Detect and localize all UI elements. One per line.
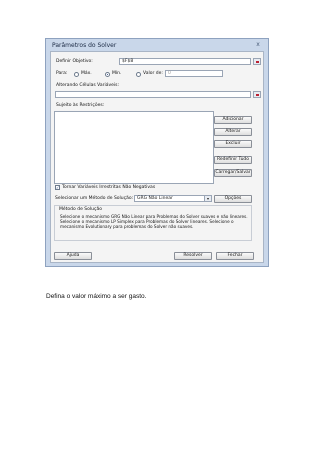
min-label: Mín. [112, 71, 122, 76]
method-description: Selecione o mecanismo GRG Não Linear par… [60, 214, 248, 230]
min-radio[interactable] [105, 72, 110, 77]
add-button[interactable]: Adicionar [214, 116, 252, 124]
objective-label: Definir Objetivo: [56, 59, 93, 64]
close-icon[interactable]: x [254, 41, 262, 48]
max-radio[interactable] [74, 72, 79, 77]
delete-button[interactable]: Excluir [214, 140, 252, 148]
max-label: Máx. [81, 71, 92, 76]
method-group: Método de Solução Selecione o mecanismo … [54, 205, 252, 241]
constraints-label: Sujeito às Restrições: [56, 103, 105, 108]
close-button[interactable]: Fechar [216, 252, 254, 260]
changing-cells-label: Alterando Células Variáveis: [56, 83, 120, 88]
nonneg-label: Tornar Variáveis Irrestritas Não Negativ… [62, 185, 156, 190]
chevron-down-icon: ▾ [204, 196, 211, 201]
method-select[interactable]: GRG Não Linear ▾ [134, 195, 212, 202]
value-of-radio[interactable] [136, 72, 141, 77]
solve-button[interactable]: Resolver [174, 252, 212, 260]
options-button[interactable]: Opções [214, 195, 252, 203]
method-group-title: Método de Solução [59, 207, 102, 212]
reset-all-button[interactable]: Redefinir Tudo [214, 156, 252, 164]
method-value: GRG Não Linear [137, 196, 173, 201]
to-label: Para: [56, 71, 68, 76]
method-label: Selecionar um Método de Solução: [55, 196, 134, 201]
change-button[interactable]: Alterar [214, 128, 252, 136]
nonneg-checkbox[interactable]: ✓ [55, 185, 60, 190]
solver-dialog: Parâmetros do Solver x Definir Objetivo:… [45, 38, 269, 267]
changing-cells-input[interactable] [55, 91, 251, 98]
value-of-label: Valor de: [143, 71, 163, 76]
value-of-input[interactable]: 0 [165, 70, 223, 77]
dialog-title: Parâmetros do Solver [52, 42, 117, 49]
load-save-button[interactable]: Carregar/Salvar [214, 169, 252, 177]
objective-ref-icon[interactable] [253, 58, 261, 65]
objective-input[interactable]: $F$8 [119, 58, 251, 65]
changing-cells-ref-icon[interactable] [253, 91, 261, 98]
constraints-list[interactable] [54, 111, 214, 184]
help-button[interactable]: Ajuda [54, 252, 92, 260]
caption-text: Defina o valor máximo a ser gasto. [46, 293, 147, 300]
